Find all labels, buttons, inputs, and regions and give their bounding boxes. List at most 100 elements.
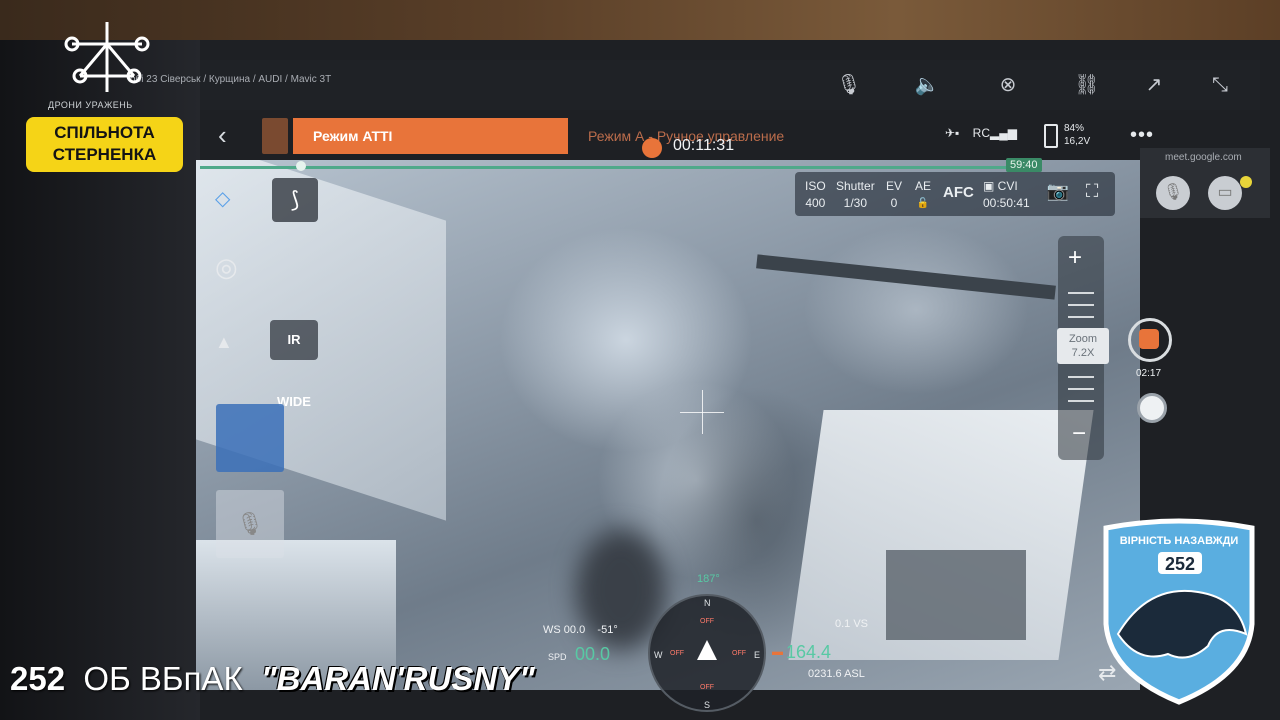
wind-angle: -51° bbox=[597, 624, 618, 636]
map-thumbnail[interactable] bbox=[216, 404, 284, 472]
flight-progress-line bbox=[200, 166, 1040, 169]
caption-unit: ОБ ВБпАК bbox=[83, 660, 243, 697]
flight-progress-knob bbox=[296, 161, 306, 171]
shutter-value: 1/30 bbox=[843, 196, 868, 210]
zoom-tick bbox=[1068, 304, 1094, 306]
shield-number: 252 bbox=[1165, 554, 1195, 574]
drone-direction-icon bbox=[697, 640, 717, 660]
heading: 187° bbox=[697, 573, 720, 585]
open-external-icon[interactable]: ↗ bbox=[1139, 70, 1169, 100]
speaker-icon[interactable]: 🔈 bbox=[912, 70, 942, 100]
back-icon[interactable]: ‹ bbox=[218, 120, 227, 151]
altitude-marker-icon: ▬ bbox=[772, 646, 783, 658]
logo-subtitle: ДРОНИ УРАЖЕНЬ bbox=[48, 100, 133, 110]
mode-banner[interactable]: Режим ATTI bbox=[293, 118, 568, 154]
caption-number: 252 bbox=[10, 660, 66, 697]
drone-logo-icon bbox=[64, 22, 150, 92]
brigade-shield-emblem: ВІРНІСТЬ НАЗАВЖДИ 252 bbox=[1103, 518, 1255, 705]
ae-label: AE bbox=[915, 179, 932, 193]
rc-label: RC bbox=[972, 126, 990, 140]
speed-label: SPD bbox=[548, 652, 567, 662]
storage-info: ▣ CVI 00:50:41 bbox=[983, 178, 1030, 212]
af-mode[interactable]: AFC bbox=[943, 184, 974, 201]
zoom-tick bbox=[1068, 376, 1094, 378]
ev-value: 0 bbox=[890, 196, 898, 210]
altitude: 164.4 bbox=[786, 642, 832, 662]
wind-speed-value: WS 00.0 bbox=[543, 624, 586, 636]
wind-speed: WS 00.0 -51° bbox=[543, 624, 618, 636]
compass-south: S bbox=[704, 700, 711, 710]
iso-value: 400 bbox=[805, 196, 826, 210]
warning-tab[interactable] bbox=[262, 118, 288, 154]
iso-label: ISO bbox=[805, 179, 826, 193]
horizontal-speed: 00.0 bbox=[575, 644, 611, 664]
shield-title: ВІРНІСТЬ НАЗАВЖДИ bbox=[1120, 535, 1239, 547]
close-circle-icon[interactable]: ⊗ bbox=[993, 70, 1023, 100]
meet-mic-off-icon[interactable]: 🎙 bbox=[1156, 176, 1190, 210]
obstacle-off-label: OFF bbox=[700, 684, 714, 691]
recording-dot-icon bbox=[642, 138, 662, 158]
more-menu-icon[interactable]: ••• bbox=[1130, 124, 1154, 147]
iso-setting[interactable]: ISO 400 bbox=[805, 178, 826, 212]
map-pin-icon[interactable]: ◇ bbox=[215, 186, 230, 211]
storage-label: CVI bbox=[997, 179, 1018, 193]
collapse-icon[interactable]: ⤡ bbox=[1205, 70, 1235, 100]
ev-setting[interactable]: EV 0 bbox=[886, 178, 902, 212]
battery-percent: 84% bbox=[1064, 123, 1085, 134]
badge-line-2: СТЕРНЕНКА bbox=[52, 145, 157, 164]
shutter-button[interactable] bbox=[1137, 393, 1167, 423]
altitude-asl: 0231.6 ASL bbox=[808, 668, 865, 680]
zoom-level: Zoom 7.2X bbox=[1057, 328, 1109, 364]
unit-caption: 252 ОБ ВБпАК "BARAN'RUSNY" bbox=[10, 660, 535, 700]
obstacle-off-label: OFF bbox=[732, 650, 746, 657]
sd-card-icon: ▣ bbox=[983, 179, 998, 193]
link-icon[interactable]: ⛓ bbox=[1072, 70, 1102, 100]
battery-readout: 84% 16,2V bbox=[1064, 122, 1090, 148]
flight-time-remaining: 59:40 bbox=[1006, 158, 1042, 172]
compass-west: W bbox=[654, 650, 663, 660]
crosshair-vertical bbox=[702, 390, 703, 434]
badge-line-1: СПІЛЬНОТА bbox=[54, 123, 155, 142]
zoom-tick bbox=[1068, 316, 1094, 318]
obstacle-off-label: OFF bbox=[670, 650, 684, 657]
camera-settings-panel[interactable]: ISO 400 Shutter 1/30 EV 0 AE 🔓 AFC ▣ CVI… bbox=[795, 172, 1115, 216]
record-duration: 02:17 bbox=[1136, 368, 1162, 379]
obstacle-off-label: OFF bbox=[700, 618, 714, 625]
vertical-speed: 0.1 VS bbox=[835, 618, 869, 630]
recording-timer: 00:11:31 bbox=[673, 137, 735, 154]
mute-toggle-icon[interactable]: 🎙 bbox=[216, 490, 284, 558]
meet-camera-off-icon[interactable]: ▭ bbox=[1208, 176, 1242, 210]
camera-mode-icon[interactable]: 📷 bbox=[1045, 181, 1071, 207]
signal-status: ✈▪ RC▂▄▆ bbox=[945, 126, 1017, 140]
meet-notification-dot bbox=[1240, 176, 1252, 188]
zoom-tick bbox=[1068, 292, 1094, 294]
lens-switch-icon[interactable]: ⛶ bbox=[1079, 181, 1105, 207]
ev-label: EV bbox=[886, 179, 903, 193]
zoom-in-icon[interactable]: + bbox=[1068, 244, 1082, 272]
path-mode-icon[interactable]: ⟆ bbox=[272, 178, 318, 222]
compass-east: E bbox=[754, 650, 761, 660]
ae-setting[interactable]: AE 🔓 bbox=[915, 178, 931, 212]
damaged-roof-section bbox=[886, 550, 1026, 640]
ir-button[interactable]: IR bbox=[270, 320, 318, 360]
battery-voltage: 16,2V bbox=[1064, 136, 1091, 147]
shutter-setting[interactable]: Shutter 1/30 bbox=[836, 178, 875, 212]
compass-north: N bbox=[704, 598, 711, 608]
rc-signal-icon: ▂▄▆ bbox=[990, 126, 1017, 140]
zoom-tick bbox=[1068, 400, 1094, 402]
storage-time: 00:50:41 bbox=[983, 196, 1030, 210]
zoom-out-icon[interactable]: − bbox=[1072, 420, 1086, 448]
zoom-value: 7.2X bbox=[1071, 347, 1095, 359]
zoom-tick bbox=[1068, 388, 1094, 390]
community-badge: СПІЛЬНОТА СТЕРНЕНКА bbox=[26, 117, 183, 172]
target-icon[interactable]: ◎ bbox=[215, 252, 238, 283]
stop-record-icon bbox=[1139, 329, 1159, 349]
battery-icon bbox=[1044, 124, 1058, 148]
ae-lock-icon: 🔓 bbox=[916, 198, 930, 209]
mic-muted-icon[interactable]: 🎙 bbox=[834, 70, 864, 100]
shutter-label: Shutter bbox=[836, 179, 875, 193]
drone-signal-icon: ✈▪ bbox=[945, 126, 960, 140]
caption-nickname: "BARAN'RUSNY" bbox=[261, 660, 535, 697]
zoom-label-text: Zoom bbox=[1068, 333, 1098, 345]
meet-url: meet.google.com bbox=[1165, 152, 1242, 163]
